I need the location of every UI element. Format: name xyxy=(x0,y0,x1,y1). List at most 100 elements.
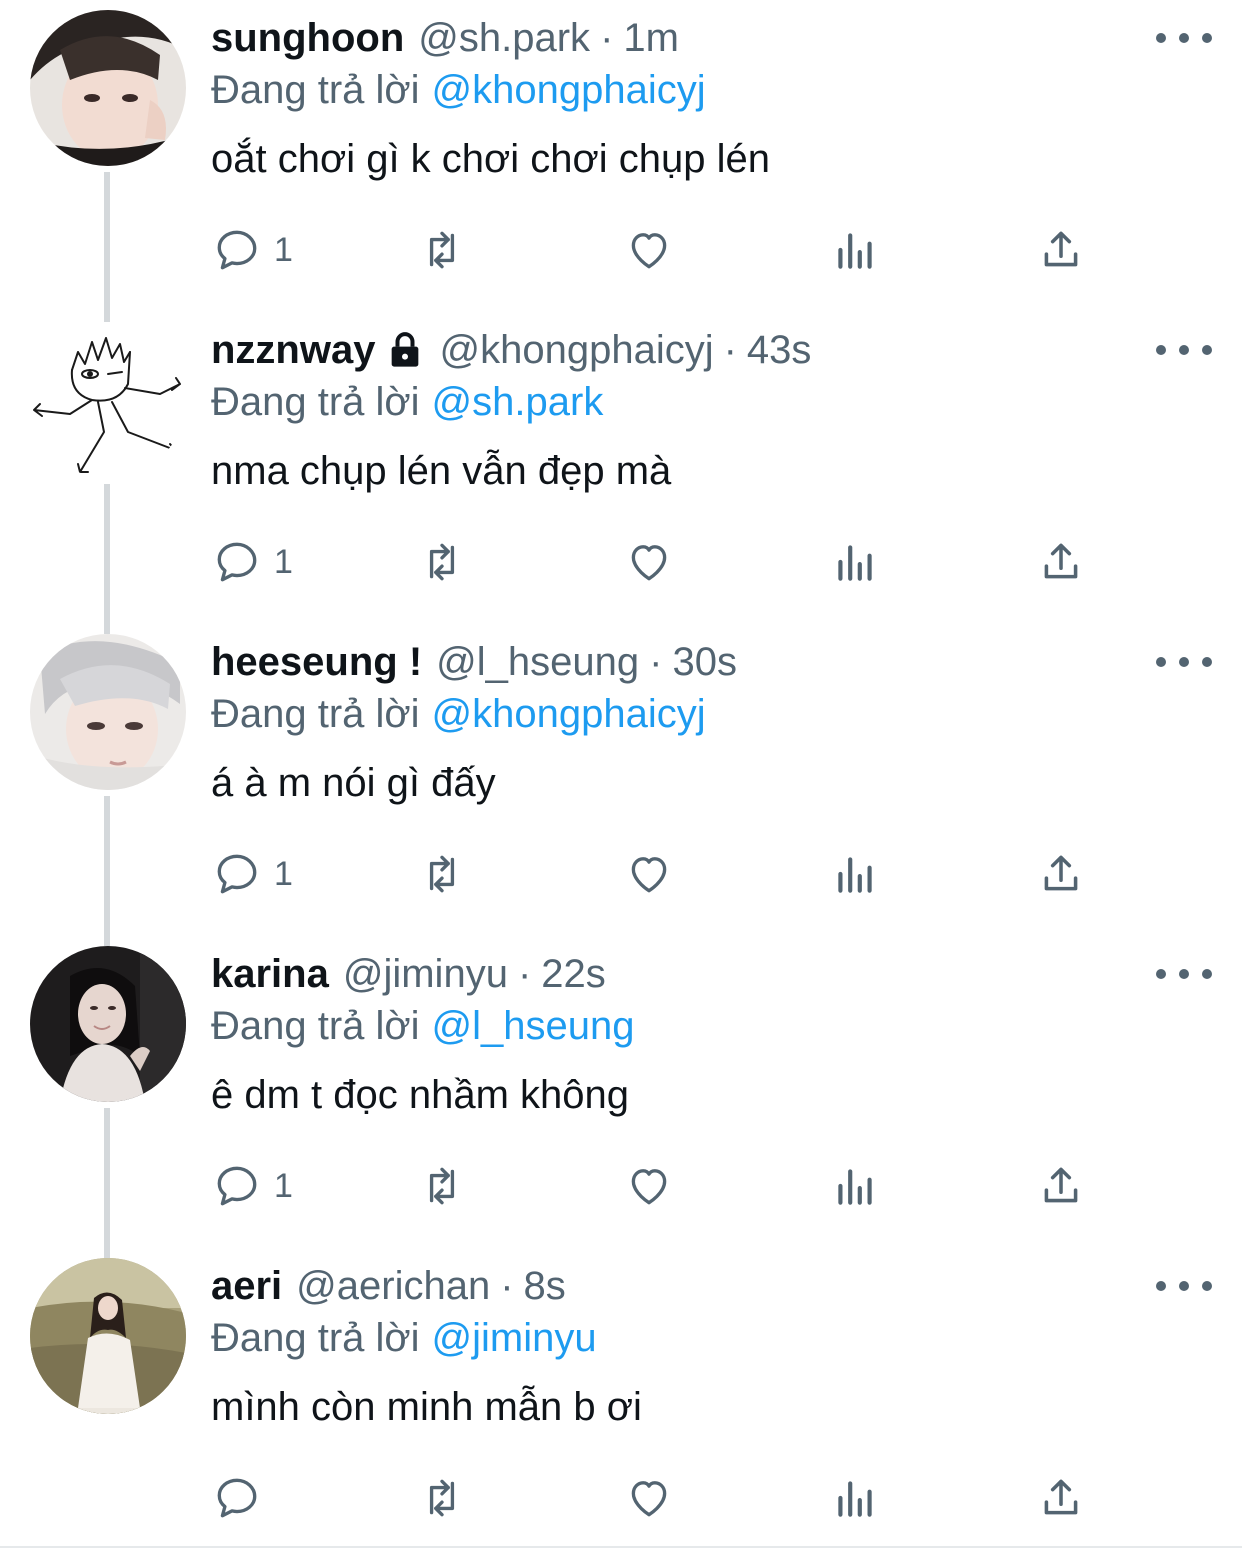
display-name[interactable]: aeri xyxy=(211,1262,282,1310)
heart-icon xyxy=(631,1481,667,1517)
reply-button[interactable]: 1 xyxy=(212,844,293,904)
reply-button[interactable] xyxy=(212,1468,274,1528)
avatar-photo xyxy=(30,1258,186,1414)
mention-link[interactable]: @khongphaicyj xyxy=(432,68,706,112)
mention-link[interactable]: @jiminyu xyxy=(432,1316,597,1360)
display-name[interactable]: nzznway xyxy=(211,326,375,374)
reply-thread: sunghoon @sh.park · 1m Đang trả lời @khon… xyxy=(0,0,1242,1552)
tweet[interactable]: nzznway @khongphaicyj · 43s Đang trả lời… xyxy=(0,312,1242,624)
views-button[interactable] xyxy=(830,532,880,592)
replying-to: Đang trả lời @khongphaicyj xyxy=(211,66,706,114)
avatar[interactable] xyxy=(30,1258,186,1414)
mention-link[interactable]: @sh.park xyxy=(432,380,604,424)
retweet-icon xyxy=(429,1479,455,1517)
more-options-icon[interactable] xyxy=(1156,644,1212,680)
comment-icon xyxy=(217,854,257,894)
lock-icon xyxy=(392,332,419,367)
reply-button[interactable]: 1 xyxy=(212,1156,293,1216)
separator: · xyxy=(723,328,737,372)
avatar[interactable] xyxy=(30,634,186,790)
avatar[interactable] xyxy=(30,322,186,478)
like-button[interactable] xyxy=(624,532,674,592)
replying-to-label: Đang trả lời xyxy=(211,1004,420,1048)
username[interactable]: @aerichan xyxy=(296,1262,490,1310)
like-button[interactable] xyxy=(624,1468,674,1528)
divider xyxy=(0,1546,1242,1548)
share-button[interactable] xyxy=(1036,220,1086,280)
heart-icon xyxy=(631,233,667,269)
heart-icon xyxy=(631,857,667,893)
display-name[interactable]: heeseung ! xyxy=(211,638,422,686)
retweet-button[interactable] xyxy=(417,1468,467,1528)
action-bar: 1 xyxy=(0,1156,1242,1216)
tweet-header: nzznway @khongphaicyj · 43s xyxy=(211,326,811,374)
action-bar xyxy=(0,1468,1242,1528)
avatar[interactable] xyxy=(30,10,186,166)
username[interactable]: @l_hseung xyxy=(436,638,639,686)
username[interactable]: @jiminyu xyxy=(343,950,508,998)
like-button[interactable] xyxy=(624,1156,674,1216)
avatar-photo xyxy=(30,634,186,790)
views-button[interactable] xyxy=(830,1468,880,1528)
comment-icon xyxy=(217,1478,257,1518)
reply-count: 1 xyxy=(274,854,293,893)
avatar[interactable] xyxy=(30,946,186,1102)
username[interactable]: @sh.park xyxy=(418,14,590,62)
share-button[interactable] xyxy=(1036,532,1086,592)
more-options-icon[interactable] xyxy=(1156,20,1212,56)
mention-link[interactable]: @khongphaicyj xyxy=(432,692,706,736)
tweet-text: á à m nói gì đấy xyxy=(211,761,496,805)
views-button[interactable] xyxy=(830,1156,880,1216)
heart-icon xyxy=(631,545,667,581)
display-name[interactable]: sunghoon xyxy=(211,14,404,62)
timestamp[interactable]: 22s xyxy=(541,950,606,998)
tweet[interactable]: heeseung ! @l_hseung · 30s Đang trả lời @… xyxy=(0,624,1242,936)
reply-button[interactable]: 1 xyxy=(212,220,293,280)
replying-to: Đang trả lời @khongphaicyj xyxy=(211,690,706,738)
separator: · xyxy=(649,640,663,684)
views-button[interactable] xyxy=(830,220,880,280)
share-icon xyxy=(1044,1167,1078,1203)
bar-chart-icon xyxy=(838,1169,872,1205)
more-options-icon[interactable] xyxy=(1156,332,1212,368)
replying-to: Đang trả lời @jiminyu xyxy=(211,1314,597,1362)
comment-icon xyxy=(217,230,257,270)
like-button[interactable] xyxy=(624,844,674,904)
retweet-button[interactable] xyxy=(417,220,467,280)
doodle-figure-avatar xyxy=(30,322,186,478)
tweet[interactable]: aeri @aerichan · 8s Đang trả lời @jiminyu… xyxy=(0,1248,1242,1552)
tweet-text: mình còn minh mẫn b ơi xyxy=(211,1385,642,1429)
more-options-icon[interactable] xyxy=(1156,1268,1212,1304)
more-options-icon[interactable] xyxy=(1156,956,1212,992)
share-icon xyxy=(1044,1479,1078,1515)
views-button[interactable] xyxy=(830,844,880,904)
tweet[interactable]: sunghoon @sh.park · 1m Đang trả lời @khon… xyxy=(0,0,1242,312)
tweet[interactable]: karina @jiminyu · 22s Đang trả lời @l_hse… xyxy=(0,936,1242,1248)
retweet-button[interactable] xyxy=(417,844,467,904)
share-button[interactable] xyxy=(1036,1468,1086,1528)
timestamp[interactable]: 30s xyxy=(672,638,737,686)
retweet-button[interactable] xyxy=(417,1156,467,1216)
like-button[interactable] xyxy=(624,220,674,280)
action-bar: 1 xyxy=(0,532,1242,592)
share-button[interactable] xyxy=(1036,844,1086,904)
heart-icon xyxy=(631,1169,667,1205)
retweet-icon xyxy=(429,1167,455,1205)
timestamp[interactable]: 8s xyxy=(524,1262,566,1310)
username[interactable]: @khongphaicyj xyxy=(439,326,713,374)
retweet-icon xyxy=(429,543,455,581)
bar-chart-icon xyxy=(838,1481,872,1517)
tweet-header: aeri @aerichan · 8s xyxy=(211,1262,566,1310)
share-button[interactable] xyxy=(1036,1156,1086,1216)
reply-button[interactable]: 1 xyxy=(212,532,293,592)
display-name[interactable]: karina xyxy=(211,950,329,998)
tweet-text: oắt chơi gì k chơi chơi chụp lén xyxy=(211,137,770,181)
comment-icon xyxy=(217,542,257,582)
mention-link[interactable]: @l_hseung xyxy=(432,1004,635,1048)
timestamp[interactable]: 43s xyxy=(747,326,812,374)
tweet-header: karina @jiminyu · 22s xyxy=(211,950,606,998)
retweet-icon xyxy=(429,231,455,269)
retweet-button[interactable] xyxy=(417,532,467,592)
reply-count: 1 xyxy=(274,542,293,581)
timestamp[interactable]: 1m xyxy=(623,14,679,62)
